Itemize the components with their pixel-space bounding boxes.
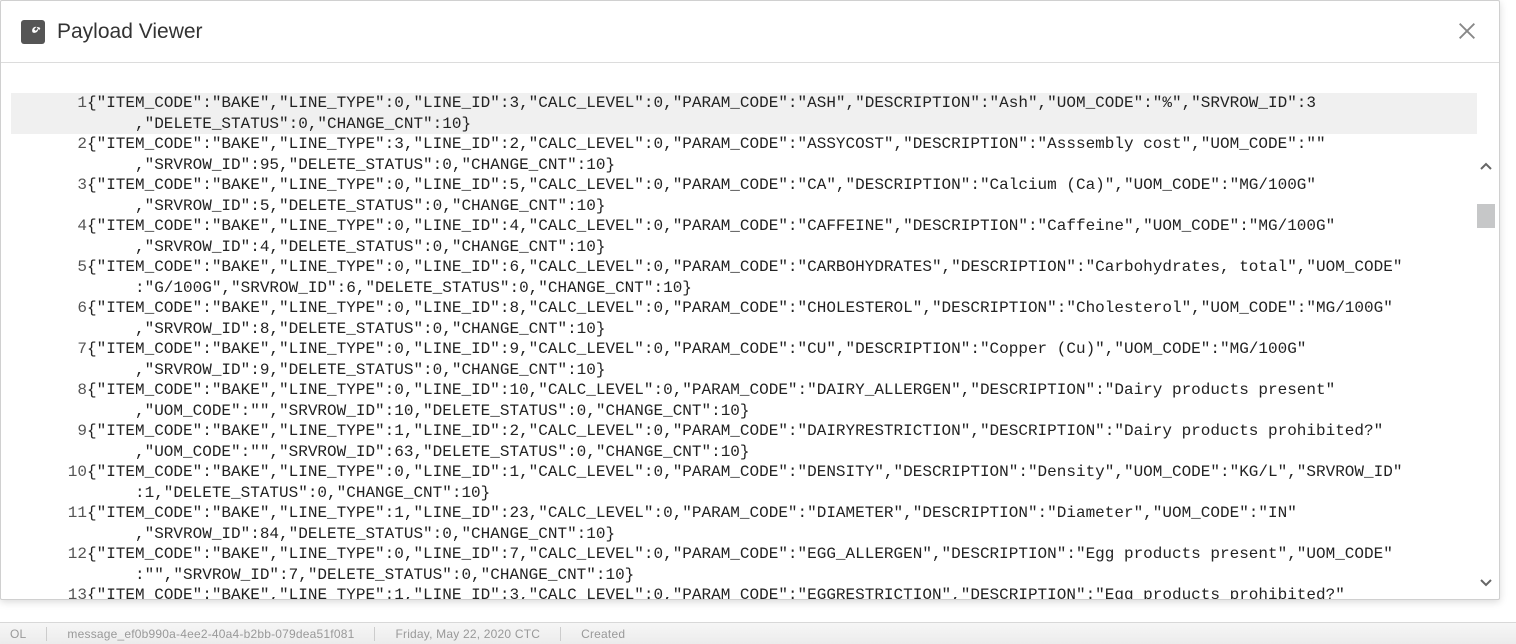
line-number: 3 bbox=[11, 175, 87, 216]
code-text[interactable]: {"ITEM_CODE":"BAKE","LINE_TYPE":3,"LINE_… bbox=[87, 134, 1477, 175]
code-text[interactable]: {"ITEM_CODE":"BAKE","LINE_TYPE":0,"LINE_… bbox=[87, 462, 1477, 503]
code-line[interactable]: 6{"ITEM_CODE":"BAKE","LINE_TYPE":0,"LINE… bbox=[11, 298, 1477, 339]
code-text[interactable]: {"ITEM_CODE":"BAKE","LINE_TYPE":0,"LINE_… bbox=[87, 298, 1477, 339]
line-number: 6 bbox=[11, 298, 87, 339]
separator bbox=[46, 627, 47, 641]
code-text[interactable]: {"ITEM_CODE":"BAKE","LINE_TYPE":1,"LINE_… bbox=[87, 421, 1477, 462]
chevron-up-icon bbox=[1480, 161, 1492, 173]
vertical-scrollbar[interactable] bbox=[1477, 158, 1495, 591]
line-number: 11 bbox=[11, 503, 87, 544]
dialog-header: Payload Viewer bbox=[1, 1, 1499, 63]
code-text[interactable]: {"ITEM_CODE":"BAKE","LINE_TYPE":0,"LINE_… bbox=[87, 544, 1477, 585]
code-text[interactable]: {"ITEM_CODE":"BAKE","LINE_TYPE":0,"LINE_… bbox=[87, 257, 1477, 298]
scrollbar-thumb[interactable] bbox=[1477, 204, 1495, 228]
chevron-down-icon bbox=[1480, 576, 1492, 588]
code-editor[interactable]: 1{"ITEM_CODE":"BAKE","LINE_TYPE":0,"LINE… bbox=[11, 93, 1477, 599]
close-button[interactable] bbox=[1451, 15, 1483, 47]
code-text[interactable]: {"ITEM_CODE":"BAKE","LINE_TYPE":0,"LINE_… bbox=[87, 380, 1477, 421]
line-number: 8 bbox=[11, 380, 87, 421]
scroll-up-button[interactable] bbox=[1477, 158, 1495, 176]
status-bar: OL message_ef0b990a-4ee2-40a4-b2bb-079de… bbox=[0, 622, 1516, 644]
line-number: 1 bbox=[11, 93, 87, 134]
line-number: 13 bbox=[11, 585, 87, 599]
code-line[interactable]: 2{"ITEM_CODE":"BAKE","LINE_TYPE":3,"LINE… bbox=[11, 134, 1477, 175]
dialog-title: Payload Viewer bbox=[57, 20, 203, 44]
code-line[interactable]: 1{"ITEM_CODE":"BAKE","LINE_TYPE":0,"LINE… bbox=[11, 93, 1477, 134]
line-number: 10 bbox=[11, 462, 87, 503]
code-text[interactable]: {"ITEM_CODE":"BAKE","LINE_TYPE":0,"LINE_… bbox=[87, 339, 1477, 380]
wrench-icon bbox=[21, 20, 45, 44]
code-text[interactable]: {"ITEM_CODE":"BAKE","LINE_TYPE":1,"LINE_… bbox=[87, 503, 1477, 544]
code-line[interactable]: 10{"ITEM_CODE":"BAKE","LINE_TYPE":0,"LIN… bbox=[11, 462, 1477, 503]
separator bbox=[374, 627, 375, 641]
line-number: 9 bbox=[11, 421, 87, 462]
code-line[interactable]: 4{"ITEM_CODE":"BAKE","LINE_TYPE":0,"LINE… bbox=[11, 216, 1477, 257]
close-icon bbox=[1456, 20, 1478, 42]
line-number: 7 bbox=[11, 339, 87, 380]
editor-container: 1{"ITEM_CODE":"BAKE","LINE_TYPE":0,"LINE… bbox=[1, 63, 1499, 599]
code-line[interactable]: 13{"ITEM_CODE":"BAKE","LINE_TYPE":1,"LIN… bbox=[11, 585, 1477, 599]
status-segment: message_ef0b990a-4ee2-40a4-b2bb-079dea51… bbox=[67, 627, 354, 641]
status-segment: Friday, May 22, 2020 CTC bbox=[395, 627, 540, 641]
code-line[interactable]: 9{"ITEM_CODE":"BAKE","LINE_TYPE":1,"LINE… bbox=[11, 421, 1477, 462]
code-line[interactable]: 3{"ITEM_CODE":"BAKE","LINE_TYPE":0,"LINE… bbox=[11, 175, 1477, 216]
status-segment: OL bbox=[10, 627, 26, 641]
code-line[interactable]: 8{"ITEM_CODE":"BAKE","LINE_TYPE":0,"LINE… bbox=[11, 380, 1477, 421]
code-text[interactable]: {"ITEM_CODE":"BAKE","LINE_TYPE":0,"LINE_… bbox=[87, 175, 1477, 216]
line-number: 12 bbox=[11, 544, 87, 585]
code-text[interactable]: {"ITEM_CODE":"BAKE","LINE_TYPE":0,"LINE_… bbox=[87, 216, 1477, 257]
code-line[interactable]: 11{"ITEM_CODE":"BAKE","LINE_TYPE":1,"LIN… bbox=[11, 503, 1477, 544]
scroll-down-button[interactable] bbox=[1477, 573, 1495, 591]
code-text[interactable]: {"ITEM_CODE":"BAKE","LINE_TYPE":1,"LINE_… bbox=[87, 585, 1477, 599]
line-number: 4 bbox=[11, 216, 87, 257]
status-segment: Created bbox=[581, 627, 625, 641]
code-line[interactable]: 12{"ITEM_CODE":"BAKE","LINE_TYPE":0,"LIN… bbox=[11, 544, 1477, 585]
line-number: 5 bbox=[11, 257, 87, 298]
separator bbox=[560, 627, 561, 641]
code-line[interactable]: 5{"ITEM_CODE":"BAKE","LINE_TYPE":0,"LINE… bbox=[11, 257, 1477, 298]
payload-viewer-dialog: Payload Viewer 1{"ITEM_CODE":"BAKE","LIN… bbox=[0, 0, 1500, 600]
code-text[interactable]: {"ITEM_CODE":"BAKE","LINE_TYPE":0,"LINE_… bbox=[87, 93, 1477, 134]
line-number: 2 bbox=[11, 134, 87, 175]
code-line[interactable]: 7{"ITEM_CODE":"BAKE","LINE_TYPE":0,"LINE… bbox=[11, 339, 1477, 380]
